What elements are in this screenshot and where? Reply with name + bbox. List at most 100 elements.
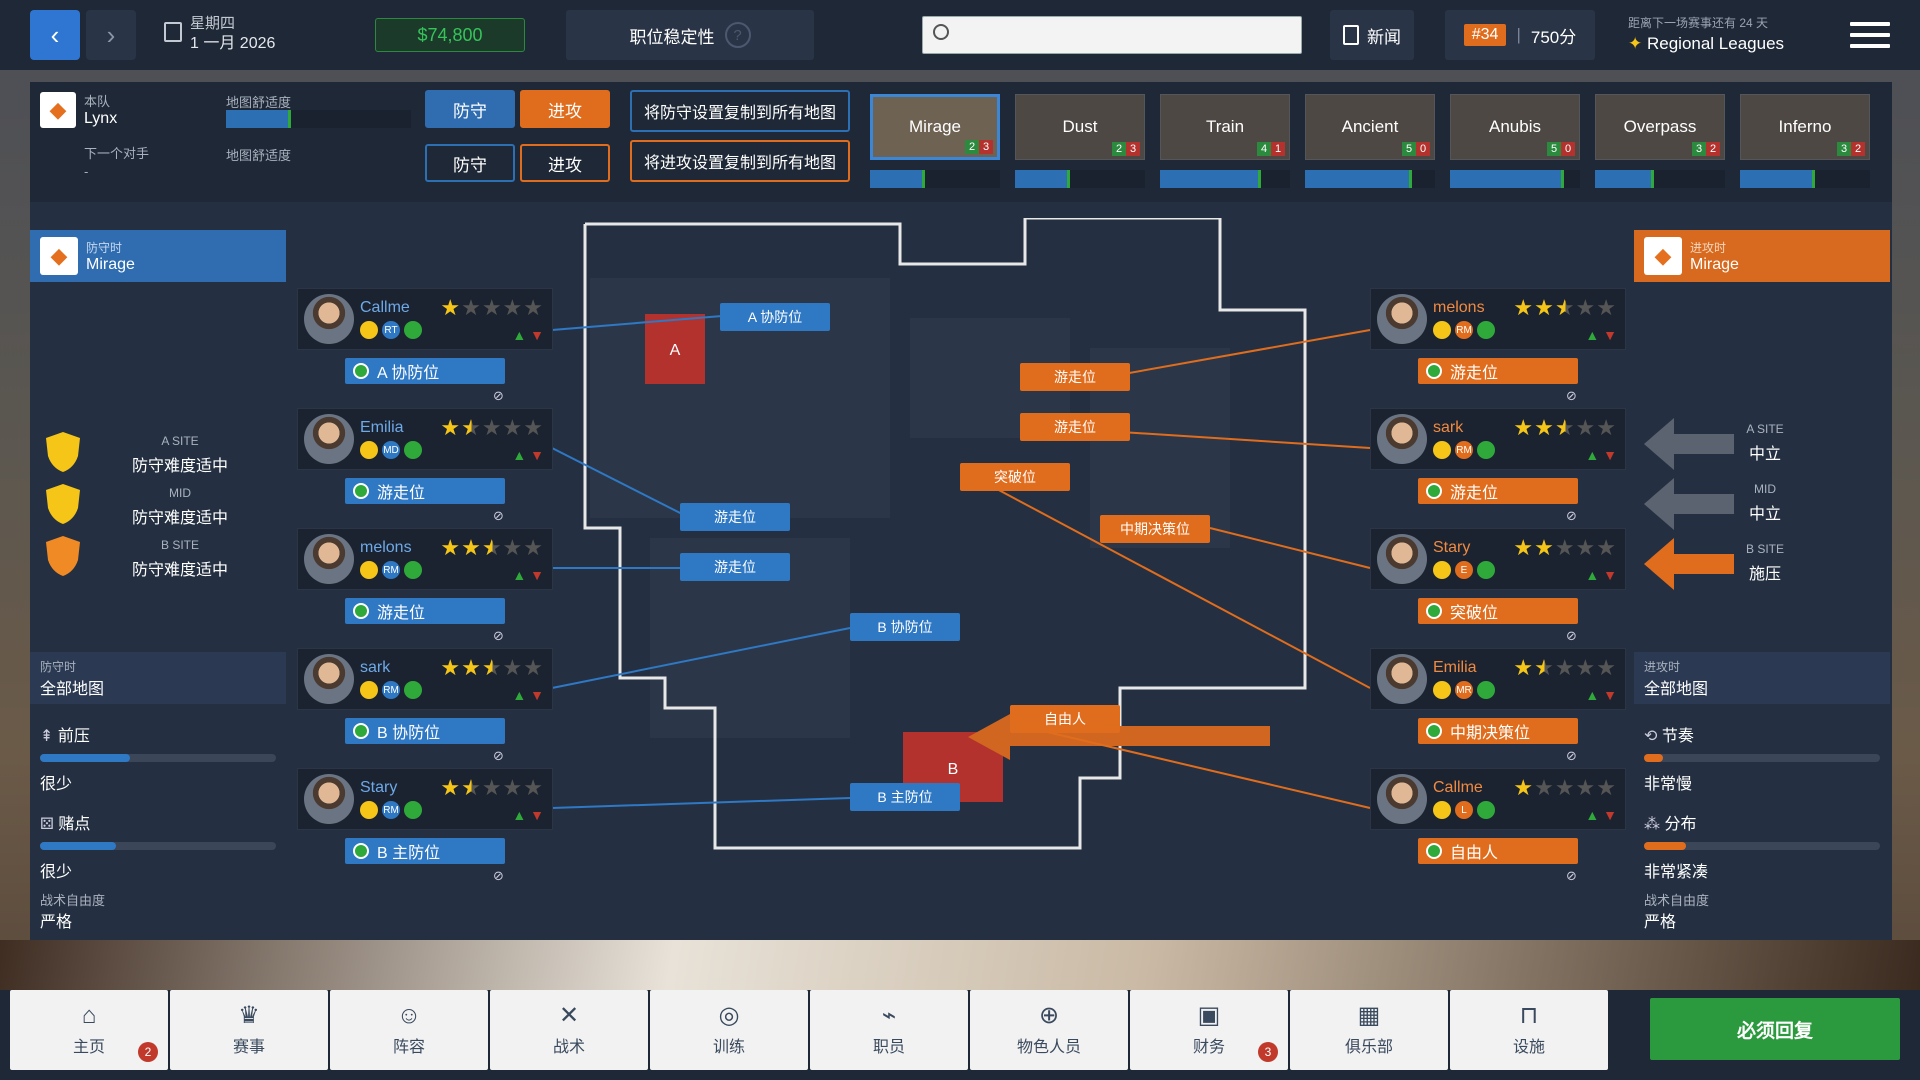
unlink-icon[interactable]: ⊘ <box>493 628 504 644</box>
news-button[interactable]: 新闻 <box>1330 10 1414 60</box>
player-card[interactable]: Emilia MR ★★★★★ ▲ ▼ 中期决策位 ⊘ <box>1370 648 1626 764</box>
player-trait-icons: L <box>1433 801 1495 819</box>
map-tab-inferno[interactable]: Inferno 3 2 <box>1740 94 1870 160</box>
our-team-label: 本队 <box>84 94 111 109</box>
map-losses: 2 <box>1706 142 1720 156</box>
map-def-tag[interactable]: B 协防位 <box>850 613 960 641</box>
map-att-tag[interactable]: 中期决策位 <box>1100 515 1210 543</box>
job-stability[interactable]: 职位稳定性 ? <box>566 10 814 60</box>
opp-defense-button[interactable]: 防守 <box>425 144 515 182</box>
nav-target[interactable]: ◎ 训练 <box>650 990 808 1070</box>
nav-tactics[interactable]: ✕ 战术 <box>490 990 648 1070</box>
attack-scope[interactable]: 进攻时 全部地图 <box>1634 652 1890 704</box>
player-card[interactable]: sark RM ★★★★★ ▲ ▼ 游走位 ⊘ <box>1370 408 1626 524</box>
player-card[interactable]: sark RM ★★★★★ ▲ ▼ B 协防位 ⊘ <box>297 648 553 764</box>
unlink-icon[interactable]: ⊘ <box>1566 508 1577 524</box>
map-record: 32 <box>1692 142 1720 156</box>
player-name: melons <box>360 539 412 556</box>
map-tab-mirage[interactable]: Mirage 2 3 <box>870 94 1000 160</box>
date-display: 星期四 1 一月 2026 <box>190 14 275 54</box>
unlink-icon[interactable]: ⊘ <box>493 868 504 884</box>
att-freedom-value[interactable]: 严格 <box>1644 908 1676 932</box>
help-icon[interactable]: ? <box>724 22 751 48</box>
defense-scope[interactable]: 防守时 全部地图 <box>30 652 286 704</box>
gamble-slider[interactable] <box>40 842 276 850</box>
player-card[interactable]: Callme RT ★★★★★ ▲ ▼ A 协防位 ⊘ <box>297 288 553 404</box>
attack-tab-button[interactable]: 进攻 <box>520 90 610 128</box>
arrow-left-icon[interactable] <box>1644 538 1740 590</box>
nav-trophy[interactable]: ♛ 赛事 <box>170 990 328 1070</box>
ranking-box[interactable]: #34 | 750分 <box>1445 10 1595 60</box>
unlink-icon[interactable]: ⊘ <box>1566 628 1577 644</box>
role-dropdown[interactable]: A 协防位 <box>345 358 505 384</box>
nav-scout[interactable]: ⊕ 物色人员 <box>970 990 1128 1070</box>
role-dropdown[interactable]: 游走位 <box>1418 358 1578 384</box>
role-dropdown[interactable]: 游走位 <box>1418 478 1578 504</box>
nav-building[interactable]: ▦ 俱乐部 <box>1290 990 1448 1070</box>
player-card[interactable]: Stary E ★★★★★ ▲ ▼ 突破位 ⊘ <box>1370 528 1626 644</box>
role-dropdown[interactable]: 自由人 <box>1418 838 1578 864</box>
chevron-left-icon: ‹ <box>50 19 60 50</box>
map-tab-ancient[interactable]: Ancient 5 0 <box>1305 94 1435 160</box>
nav-roster[interactable]: ☺ 阵容 <box>330 990 488 1070</box>
site-label: MID <box>169 486 191 500</box>
unlink-icon[interactable]: ⊘ <box>1566 748 1577 764</box>
copy-attack-button[interactable]: 将进攻设置复制到所有地图 <box>630 140 850 182</box>
unlink-icon[interactable]: ⊘ <box>1566 388 1577 404</box>
map-wins: 5 <box>1547 142 1561 156</box>
continue-button[interactable]: 必须回复 <box>1650 998 1900 1060</box>
map-tab-dust[interactable]: Dust 2 3 <box>1015 94 1145 160</box>
nav-whistle[interactable]: ⌁ 职员 <box>810 990 968 1070</box>
map-def-tag[interactable]: 游走位 <box>680 553 790 581</box>
like-dislike-icons: ▲ ▼ <box>512 687 544 703</box>
map-tab-train[interactable]: Train 4 1 <box>1160 94 1290 160</box>
opp-attack-button[interactable]: 进攻 <box>520 144 610 182</box>
roster-icon: ☺ <box>396 1002 422 1029</box>
map-tab-anubis[interactable]: Anubis 5 0 <box>1450 94 1580 160</box>
copy-defense-button[interactable]: 将防守设置复制到所有地图 <box>630 90 850 132</box>
player-card[interactable]: Stary RM ★★★★★ ▲ ▼ B 主防位 ⊘ <box>297 768 553 884</box>
nav-facility[interactable]: ⊓ 设施 <box>1450 990 1608 1070</box>
map-def-tag[interactable]: B 主防位 <box>850 783 960 811</box>
player-card[interactable]: melons RM ★★★★★ ▲ ▼ 游走位 ⊘ <box>297 528 553 644</box>
spread-slider[interactable] <box>1644 842 1880 850</box>
role-dropdown[interactable]: 中期决策位 <box>1418 718 1578 744</box>
press-slider[interactable] <box>40 754 276 762</box>
nav-money[interactable]: ▣ 财务 3 <box>1130 990 1288 1070</box>
player-card[interactable]: melons RM ★★★★★ ▲ ▼ 游走位 ⊘ <box>1370 288 1626 404</box>
arrow-left-icon[interactable] <box>1644 478 1740 530</box>
role-dropdown[interactable]: 游走位 <box>345 478 505 504</box>
role-dropdown[interactable]: 游走位 <box>345 598 505 624</box>
arrow-left-icon[interactable] <box>1644 418 1740 470</box>
next-league[interactable]: ✦ Regional Leagues <box>1628 34 1784 54</box>
search-input[interactable] <box>922 16 1302 54</box>
map-tab-overpass[interactable]: Overpass 3 2 <box>1595 94 1725 160</box>
role-dropdown[interactable]: B 主防位 <box>345 838 505 864</box>
menu-icon[interactable] <box>1850 22 1890 48</box>
defense-tab-button[interactable]: 防守 <box>425 90 515 128</box>
role-dropdown[interactable]: 突破位 <box>1418 598 1578 624</box>
unlink-icon[interactable]: ⊘ <box>1566 868 1577 884</box>
map-att-tag[interactable]: 突破位 <box>960 463 1070 491</box>
map-comfort-bar <box>1450 170 1580 188</box>
map-def-tag[interactable]: 游走位 <box>680 503 790 531</box>
unlink-icon[interactable]: ⊘ <box>493 508 504 524</box>
player-card[interactable]: Callme L ★★★★★ ▲ ▼ 自由人 ⊘ <box>1370 768 1626 884</box>
map-att-tag[interactable]: 自由人 <box>1010 705 1120 733</box>
def-freedom-value[interactable]: 严格 <box>40 908 72 932</box>
next-match-label: 距离下一场赛事还有 24 天 <box>1628 16 1769 30</box>
map-comfort-fill <box>1160 170 1262 188</box>
nav-home[interactable]: ⌂ 主页 2 <box>10 990 168 1070</box>
player-card[interactable]: Emilia MD ★★★★★ ▲ ▼ 游走位 ⊘ <box>297 408 553 524</box>
map-def-tag[interactable]: A 协防位 <box>720 303 830 331</box>
tempo-slider[interactable] <box>1644 754 1880 762</box>
map-att-tag[interactable]: 游走位 <box>1020 363 1130 391</box>
map-att-tag[interactable]: 游走位 <box>1020 413 1130 441</box>
ready-icon <box>353 363 369 379</box>
back-button[interactable]: ‹ <box>30 10 80 60</box>
forward-button[interactable]: › <box>86 10 136 60</box>
role-dropdown[interactable]: B 协防位 <box>345 718 505 744</box>
target-icon <box>404 321 422 339</box>
unlink-icon[interactable]: ⊘ <box>493 388 504 404</box>
unlink-icon[interactable]: ⊘ <box>493 748 504 764</box>
